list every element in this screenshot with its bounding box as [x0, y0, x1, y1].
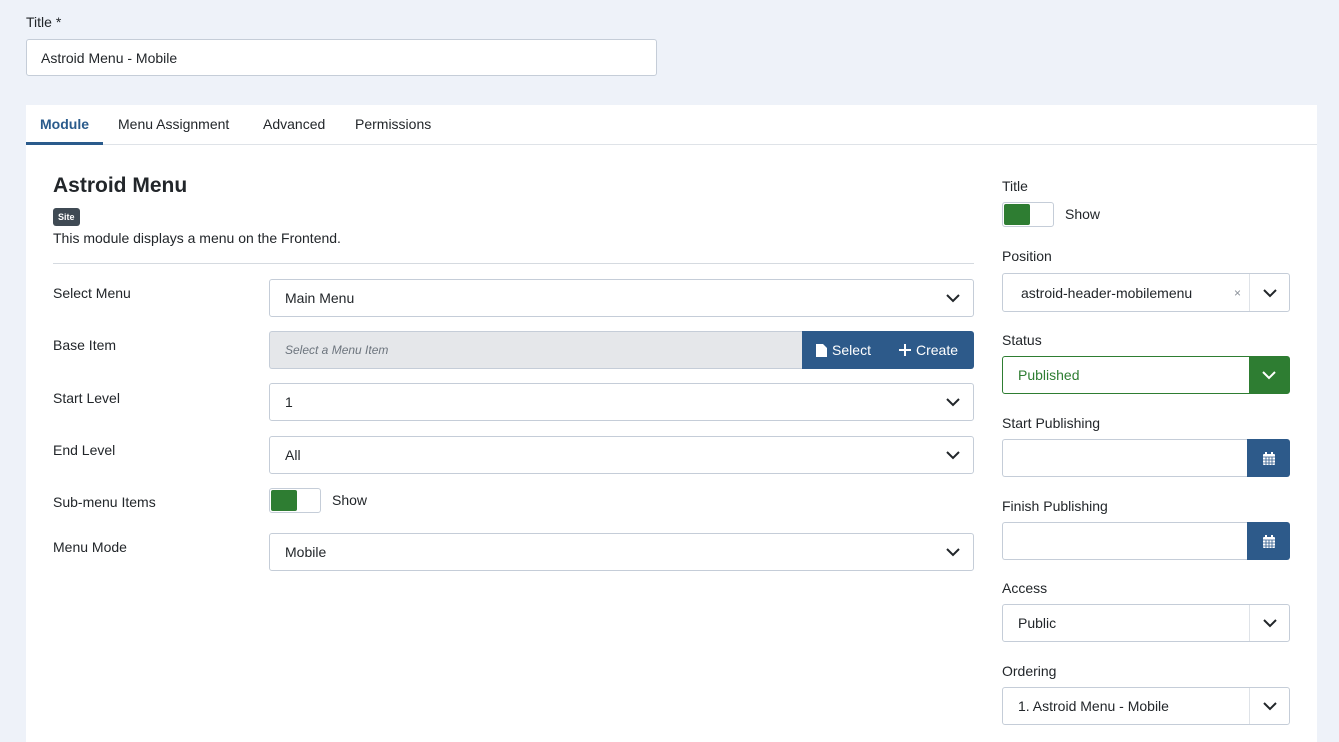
submenu-items-state: Show [332, 492, 368, 508]
status-chevron [1249, 357, 1289, 393]
module-title: Astroid Menu [53, 174, 188, 197]
title-show-state: Show [1065, 206, 1101, 222]
end-level-dropdown[interactable]: All [269, 436, 974, 474]
position-chevron [1249, 274, 1289, 311]
ordering-label: Ordering [1002, 663, 1057, 679]
chevron-down-icon [946, 398, 960, 407]
position-value: astroid-header-mobilemenu [1021, 284, 1193, 301]
module-description: This module displays a menu on the Front… [53, 230, 341, 246]
title-label: Title * [26, 14, 62, 30]
status-dropdown[interactable]: Published [1002, 356, 1290, 394]
plus-icon [898, 344, 911, 356]
tab-menu-assignment[interactable]: Menu Assignment [118, 105, 229, 145]
chevron-down-icon [1262, 371, 1276, 380]
end-level-label: End Level [53, 442, 116, 458]
select-menu-dropdown[interactable]: Main Menu [269, 279, 974, 317]
start-level-label: Start Level [53, 390, 120, 406]
start-level-dropdown[interactable]: 1 [269, 383, 974, 421]
toggle-knob [1004, 204, 1030, 225]
base-item-field: Select a Menu Item Select Create [269, 331, 974, 369]
position-dropdown[interactable]: astroid-header-mobilemenu × [1002, 273, 1290, 312]
start-level-value: 1 [285, 394, 293, 410]
toggle-knob [271, 490, 297, 511]
start-publishing-field [1002, 439, 1290, 477]
chevron-down-icon [1262, 288, 1277, 297]
position-label: Position [1002, 248, 1052, 264]
start-publishing-input[interactable] [1002, 439, 1247, 477]
clear-icon[interactable]: × [1234, 286, 1241, 300]
menu-mode-value: Mobile [285, 544, 327, 560]
access-chevron [1249, 605, 1289, 641]
tab-bar: Module Menu Assignment Advanced Permissi… [26, 105, 1317, 145]
calendar-icon [1262, 451, 1275, 465]
divider [53, 263, 974, 264]
chevron-down-icon [946, 548, 960, 557]
site-badge: Site [53, 208, 80, 226]
submenu-items-toggle[interactable] [269, 488, 321, 513]
access-value: Public [1018, 615, 1057, 631]
chevron-down-icon [1262, 702, 1277, 711]
title-show-toggle[interactable] [1002, 202, 1054, 227]
select-button-label: Select [832, 342, 871, 358]
access-label: Access [1002, 580, 1048, 596]
menu-mode-label: Menu Mode [53, 539, 127, 555]
status-value: Published [1018, 367, 1080, 383]
chevron-down-icon [946, 451, 960, 460]
finish-publishing-field [1002, 522, 1290, 560]
finish-publishing-input[interactable] [1002, 522, 1247, 560]
ordering-value: 1. Astroid Menu - Mobile [1018, 698, 1169, 714]
finish-publishing-calendar-button[interactable] [1247, 522, 1290, 560]
module-card: Module Menu Assignment Advanced Permissi… [26, 105, 1317, 742]
calendar-icon [1262, 534, 1275, 548]
start-publishing-calendar-button[interactable] [1247, 439, 1290, 477]
chevron-down-icon [946, 294, 960, 303]
create-menu-item-button[interactable]: Create [884, 331, 974, 369]
end-level-value: All [285, 447, 301, 463]
select-menu-label: Select Menu [53, 285, 131, 301]
ordering-dropdown[interactable]: 1. Astroid Menu - Mobile [1002, 687, 1290, 725]
status-label: Status [1002, 332, 1042, 348]
file-icon [816, 343, 828, 357]
base-item-label: Base Item [53, 337, 117, 353]
sidebar-title-label: Title [1002, 178, 1028, 194]
select-menu-item-button[interactable]: Select [802, 331, 885, 369]
tab-permissions[interactable]: Permissions [355, 105, 431, 145]
tab-advanced[interactable]: Advanced [263, 105, 325, 145]
finish-publishing-label: Finish Publishing [1002, 498, 1108, 514]
ordering-chevron [1249, 688, 1289, 724]
start-publishing-label: Start Publishing [1002, 415, 1101, 431]
base-item-input[interactable]: Select a Menu Item [269, 331, 803, 369]
access-dropdown[interactable]: Public [1002, 604, 1290, 642]
create-button-label: Create [915, 342, 958, 358]
chevron-down-icon [1262, 619, 1277, 628]
menu-mode-dropdown[interactable]: Mobile [269, 533, 974, 571]
submenu-items-label: Sub-menu Items [53, 494, 156, 510]
select-menu-value: Main Menu [285, 290, 355, 306]
title-input[interactable] [26, 39, 657, 76]
tab-module[interactable]: Module [26, 105, 103, 145]
